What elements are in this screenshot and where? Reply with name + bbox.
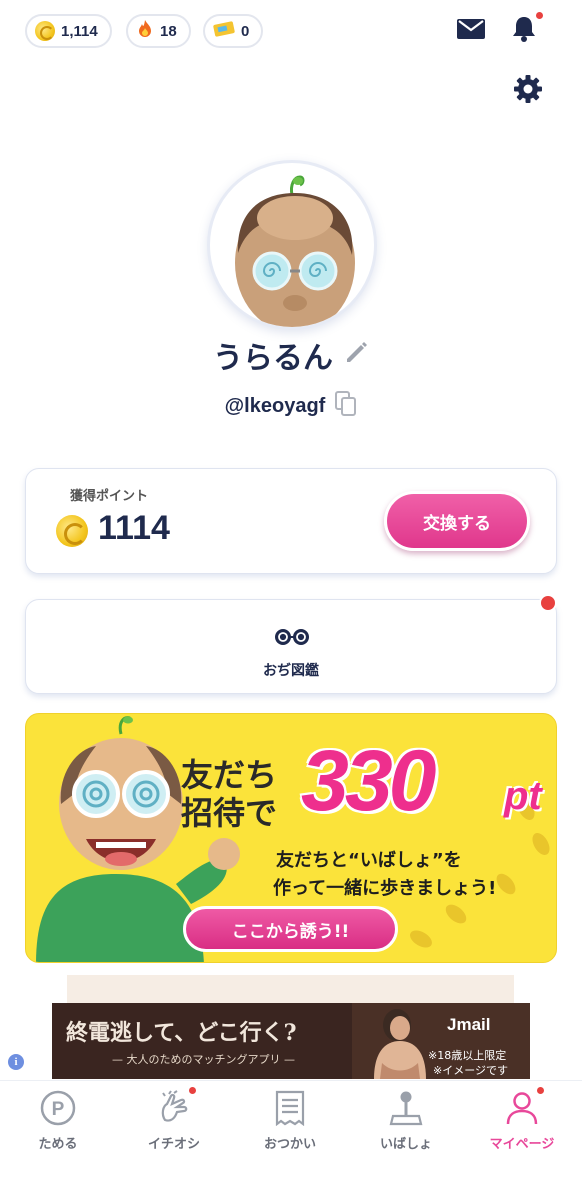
banner-heading-line2: 招待で bbox=[181, 794, 278, 832]
coin-balance: 1,114 bbox=[61, 22, 98, 40]
gear-icon bbox=[514, 75, 542, 103]
person-icon bbox=[501, 1085, 546, 1129]
mail-icon bbox=[457, 19, 485, 39]
points-label: 獲得ポイント bbox=[70, 489, 149, 504]
swirl-glasses-icon bbox=[274, 626, 310, 652]
ad-note-age: ※18歳以上限定 bbox=[428, 1049, 507, 1062]
ojisan-avatar-image bbox=[235, 175, 355, 327]
joystick-icon bbox=[385, 1087, 427, 1129]
nav-item-mypage[interactable]: マイページ bbox=[464, 1085, 580, 1157]
nav-item-otsukai[interactable]: おつかい bbox=[232, 1087, 348, 1157]
ad-note-image: ※イメージです bbox=[433, 1064, 508, 1077]
profile-name: うらるん bbox=[213, 341, 333, 376]
ticket-icon bbox=[213, 21, 235, 41]
notification-badge bbox=[534, 10, 545, 21]
zukan-badge bbox=[539, 594, 557, 612]
notification-button[interactable] bbox=[507, 10, 545, 46]
settings-button[interactable] bbox=[511, 72, 545, 106]
points-card: 獲得ポイント 1114 交換する bbox=[25, 468, 557, 574]
bottom-nav: P ためる イチオシ おつかい いばしょ マイページ bbox=[0, 1080, 582, 1200]
nav-label: ためる bbox=[38, 1137, 78, 1152]
nav-label: おつかい bbox=[263, 1137, 316, 1152]
ad-info-icon[interactable]: i bbox=[8, 1054, 24, 1070]
coin-icon bbox=[56, 515, 88, 547]
ticket-pill[interactable]: 0 bbox=[203, 14, 264, 48]
exchange-button[interactable]: 交換する bbox=[384, 491, 530, 551]
ad-background-strip bbox=[67, 975, 514, 1005]
banner-heading-line1: 友だち bbox=[181, 756, 278, 794]
zukan-label: おぢ図鑑 bbox=[263, 663, 319, 679]
mypage-badge bbox=[535, 1085, 546, 1096]
nav-label: マイページ bbox=[489, 1137, 555, 1152]
nav-label: イチオシ bbox=[147, 1137, 200, 1152]
banner-subtext-line2: 作って一緒に歩きましょう! bbox=[273, 878, 497, 899]
copy-icon bbox=[335, 391, 357, 416]
banner-unit: pt bbox=[504, 774, 542, 818]
receipt-icon bbox=[269, 1087, 311, 1129]
hand-heart-icon bbox=[153, 1085, 198, 1129]
coin-icon bbox=[35, 21, 55, 41]
ticket-count: 0 bbox=[241, 22, 250, 40]
p-coin-icon: P bbox=[37, 1087, 79, 1129]
nav-item-ichioshi[interactable]: イチオシ bbox=[116, 1085, 232, 1157]
invite-button[interactable]: ここから誘う!! bbox=[183, 906, 398, 952]
profile-handle-row: @lkeoyagf bbox=[0, 388, 582, 424]
profile-handle: @lkeoyagf bbox=[224, 394, 326, 417]
nav-item-tameru[interactable]: P ためる bbox=[0, 1087, 116, 1157]
top-bar: 1,114 18 0 bbox=[0, 0, 582, 103]
ojisan-zukan-card[interactable]: おぢ図鑑 bbox=[25, 594, 557, 694]
avatar[interactable] bbox=[207, 160, 377, 330]
invite-friends-banner[interactable]: 友だち 招待で 330 pt 友だちと“いばしょ”を 作って一緒に歩きましょう!… bbox=[25, 713, 557, 963]
ichioshi-badge bbox=[187, 1085, 198, 1096]
points-value: 1114 bbox=[98, 509, 170, 547]
coin-balance-pill[interactable]: 1,114 bbox=[25, 14, 112, 48]
pencil-icon bbox=[347, 341, 367, 362]
mail-button[interactable] bbox=[454, 12, 488, 46]
nav-label: いばしょ bbox=[379, 1137, 432, 1152]
streak-pill[interactable]: 18 bbox=[126, 14, 191, 48]
edit-name-button[interactable] bbox=[343, 338, 369, 373]
nav-item-ibasho[interactable]: いばしょ bbox=[348, 1087, 464, 1157]
banner-subtext-line1: 友だちと“いばしょ”を bbox=[276, 850, 462, 871]
svg-text:P: P bbox=[52, 1099, 65, 1120]
bell-icon bbox=[513, 17, 535, 42]
copy-handle-button[interactable] bbox=[335, 391, 357, 421]
ad-brand: Jmail bbox=[447, 1015, 491, 1034]
streak-count: 18 bbox=[160, 22, 177, 40]
profile-name-row: うらるん bbox=[0, 332, 582, 378]
flame-icon bbox=[136, 19, 154, 43]
ad-headline: 終電逃して、どこ行く? bbox=[66, 1020, 297, 1046]
ad-tagline: — 大人のためのマッチングアプリ — bbox=[112, 1053, 295, 1066]
ad-banner[interactable]: 終電逃して、どこ行く? — 大人のためのマッチングアプリ — Jmail ※18… bbox=[52, 1003, 530, 1079]
banner-amount: 330 bbox=[301, 733, 436, 829]
